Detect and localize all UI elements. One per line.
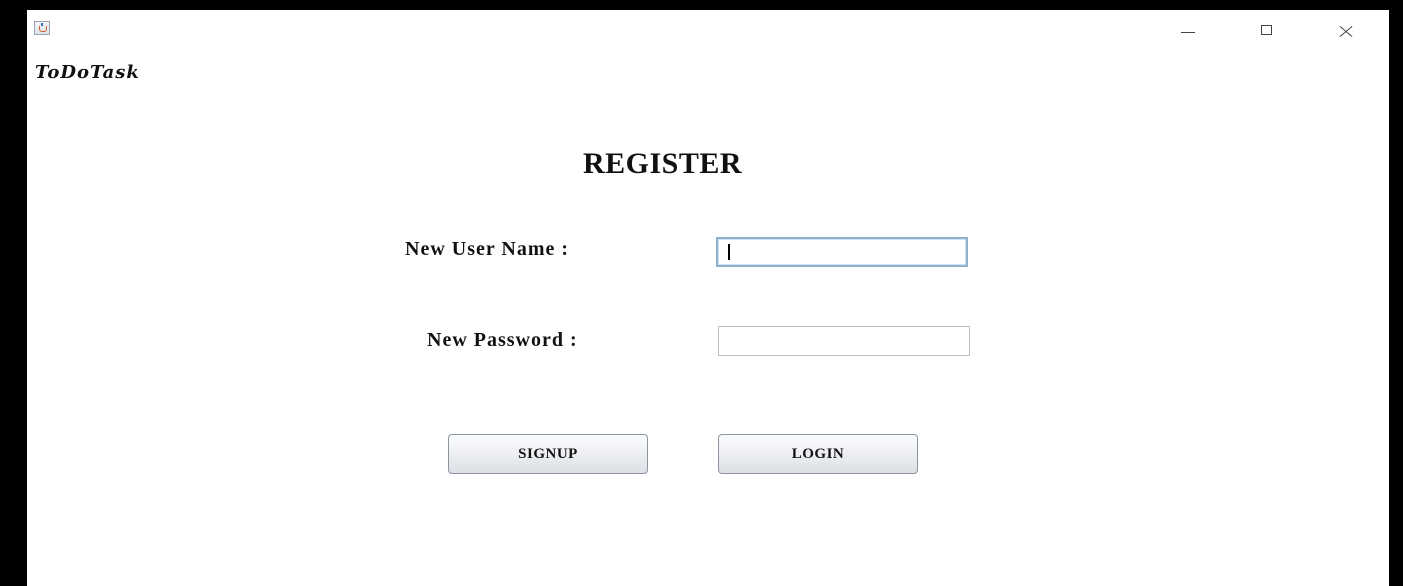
text-caret [728,244,730,260]
window-client-area: ToDoTask REGISTER New User Name : New Pa… [27,10,1389,586]
login-button[interactable]: LOGIN [718,434,918,474]
close-button[interactable] [1333,20,1359,40]
username-label: New User Name : [405,238,570,260]
page-title: REGISTER [583,147,743,180]
app-brand-label: ToDoTask [35,62,140,83]
maximize-button[interactable] [1254,20,1280,40]
minimize-button[interactable] [1175,20,1201,40]
signup-button[interactable]: SIGNUP [448,434,648,474]
java-app-icon[interactable] [34,21,50,35]
title-bar[interactable] [27,10,1389,40]
app-icon-cup [39,26,47,32]
username-input[interactable] [716,237,968,267]
password-input[interactable] [718,326,970,356]
app-window: ToDoTask REGISTER New User Name : New Pa… [0,0,1403,586]
password-label: New Password : [427,329,578,351]
